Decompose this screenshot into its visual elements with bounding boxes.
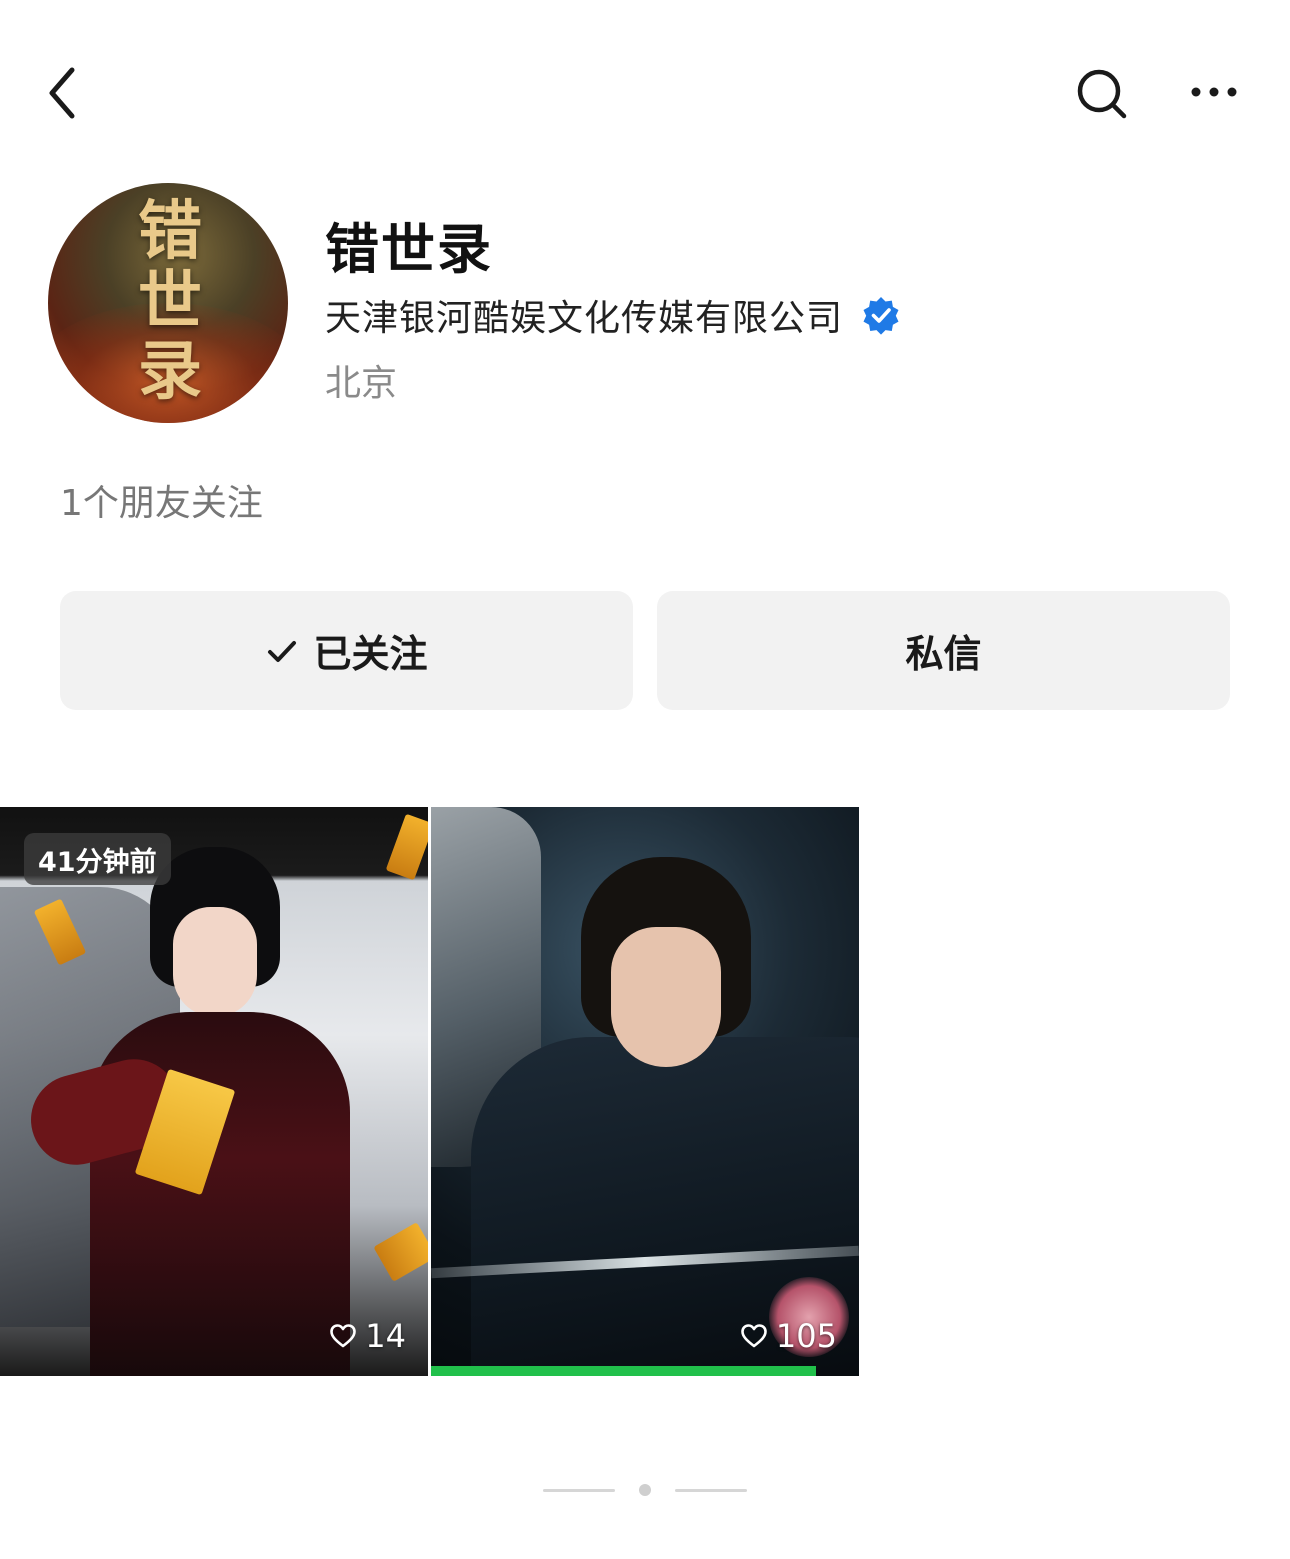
like-count: 14 (329, 1316, 406, 1356)
location: 北京 (325, 363, 398, 404)
check-icon (268, 640, 297, 662)
message-button[interactable]: 私信 (657, 591, 1230, 710)
video-thumbnail[interactable]: 105 (431, 807, 859, 1376)
following-label: 已关注 (313, 632, 428, 676)
verified-badge-icon (863, 297, 899, 335)
search-button[interactable] (1072, 64, 1132, 124)
top-bar (0, 0, 1290, 180)
thumbnail-art (611, 927, 721, 1067)
friends-following[interactable]: 1个朋友关注 (60, 474, 263, 526)
avatar-calligraphy: 错世录 (138, 194, 202, 409)
back-button[interactable] (38, 62, 94, 124)
message-label: 私信 (905, 632, 982, 676)
ellipsis-icon (1191, 87, 1237, 97)
following-button[interactable]: 已关注 (60, 591, 633, 710)
playback-progress-bar (431, 1366, 817, 1376)
heart-icon (330, 1324, 357, 1348)
like-count-value: 105 (775, 1317, 837, 1355)
thumbnail-art (373, 1222, 428, 1282)
page-indicator-line (543, 1489, 615, 1492)
thumbnail-art (20, 847, 370, 1376)
chevron-left-icon (49, 67, 75, 119)
verification-row: 天津银河酷娱文化传媒有限公司 (325, 290, 901, 340)
page-indicator (0, 1480, 1290, 1500)
page-indicator-dot (639, 1484, 651, 1496)
company-name: 天津银河酷娱文化传媒有限公司 (325, 298, 844, 339)
like-count-value: 14 (365, 1317, 406, 1355)
account-name: 错世录 (325, 218, 493, 281)
search-icon (1077, 69, 1127, 119)
heart-icon (741, 1324, 767, 1348)
video-thumbnail[interactable]: 41分钟前 14 (0, 807, 428, 1376)
time-badge: 41分钟前 (24, 833, 171, 885)
thumbnail-art (385, 813, 428, 881)
page-indicator-line (675, 1489, 747, 1492)
like-count: 105 (740, 1316, 837, 1356)
avatar[interactable]: 错世录 (48, 183, 288, 423)
more-options-button[interactable] (1184, 70, 1244, 114)
